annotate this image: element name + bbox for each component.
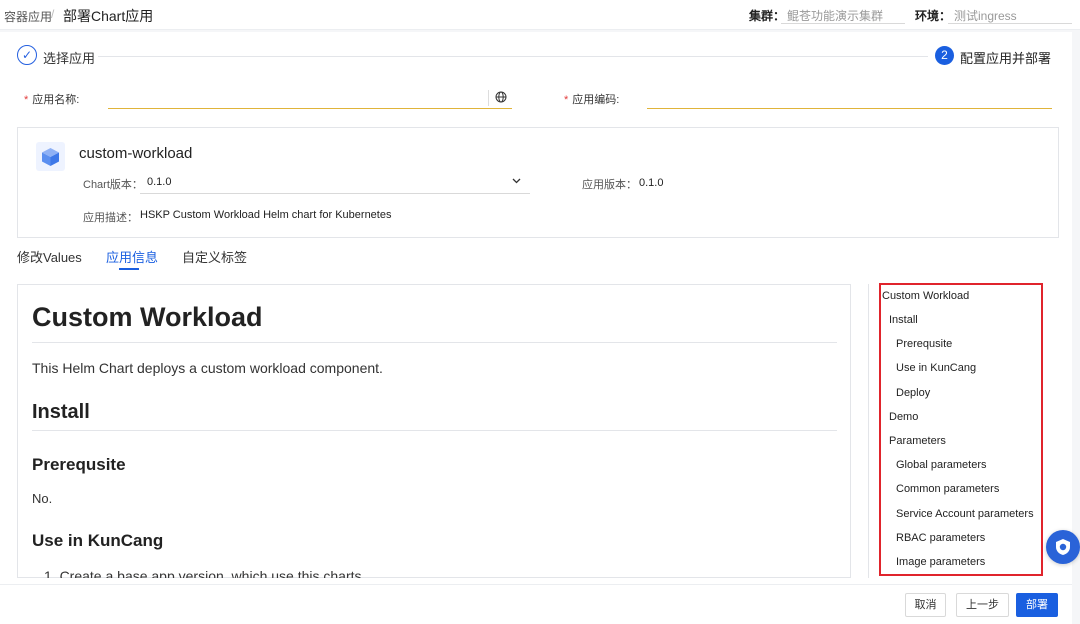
toc-item-global-parameters[interactable]: Global parameters <box>896 459 987 471</box>
app-name-label: * 应用名称: <box>24 91 79 107</box>
chart-version-select[interactable]: 0.1.0 <box>140 172 530 194</box>
chart-name: custom-workload <box>79 145 193 162</box>
app-version-value: 0.1.0 <box>639 177 664 189</box>
required-mark: * <box>24 94 29 106</box>
active-tab-indicator <box>119 268 139 270</box>
readme-prereq-text: No. <box>32 491 53 506</box>
readme-prereq-heading: Prerequsite <box>32 455 126 474</box>
check-circle-icon: ✓ <box>17 45 37 65</box>
assistant-icon[interactable] <box>1046 530 1080 564</box>
chevron-down-icon[interactable] <box>512 175 521 187</box>
previous-step-button[interactable]: 上一步 <box>956 593 1009 617</box>
step-connector <box>98 56 928 57</box>
toc-item-demo[interactable]: Demo <box>889 411 918 423</box>
cluster-label: 集群： <box>749 9 786 23</box>
step-configure-deploy: 配置应用并部署 <box>960 51 1052 66</box>
tab-app-info[interactable]: 应用信息 <box>106 247 158 266</box>
cluster-select[interactable]: 鲲苍功能演示集群 <box>781 2 905 24</box>
toc-item-custom-workload[interactable]: Custom Workload <box>882 290 969 302</box>
deploy-button[interactable]: 部署 <box>1016 593 1058 617</box>
chart-version-label: Chart版本： <box>83 179 143 191</box>
app-code-input[interactable] <box>647 87 1052 109</box>
cube-icon <box>36 142 65 171</box>
toc-item-parameters[interactable]: Parameters <box>889 435 946 447</box>
cancel-button[interactable]: 取消 <box>905 593 946 617</box>
globe-icon[interactable] <box>488 90 512 106</box>
toc-item-image-parameters[interactable]: Image parameters <box>896 556 985 568</box>
toc-item-rbac-parameters[interactable]: RBAC parameters <box>896 532 985 544</box>
toc-item-service-account-parameters[interactable]: Service Account parameters <box>896 508 1034 520</box>
readme-install-heading: Install <box>32 401 90 423</box>
app-code-label-text: 应用编码: <box>572 94 620 106</box>
footer-divider <box>0 584 1072 585</box>
step2-number-icon: 2 <box>935 46 954 65</box>
tab-custom-labels[interactable]: 自定义标签 <box>182 247 247 266</box>
readme-list-item: 1. Create a base app version, which use … <box>44 568 362 578</box>
toc-item-install[interactable]: Install <box>889 314 918 326</box>
description-label: 应用描述： <box>83 212 138 224</box>
readme-title: Custom Workload <box>32 302 263 332</box>
env-select[interactable]: 测试ingress <box>948 2 1072 24</box>
breadcrumb-root[interactable]: 容器应用 <box>4 8 52 25</box>
breadcrumb-separator: / <box>51 7 55 21</box>
env-label: 环境： <box>915 9 952 23</box>
top-bar: 容器应用 / 部署Chart应用 集群： 鲲苍功能演示集群 环境： 测试ingr… <box>0 0 1080 30</box>
app-name-label-text: 应用名称: <box>32 94 80 106</box>
toc-item-prerequsite[interactable]: Prerequsite <box>896 338 952 350</box>
divider <box>32 430 837 431</box>
app-version-label: 应用版本： <box>582 179 637 191</box>
toc-item-deploy[interactable]: Deploy <box>896 387 930 399</box>
toc-divider <box>868 284 869 578</box>
required-mark: * <box>564 94 569 106</box>
readme-use-heading: Use in KunCang <box>32 531 164 550</box>
app-code-label: * 应用编码: <box>564 91 619 107</box>
readme-clip: 1. Create a base app version, which use … <box>17 560 851 578</box>
readme-intro: This Helm Chart deploys a custom workloa… <box>32 360 383 376</box>
toc-item-common-parameters[interactable]: Common parameters <box>896 483 999 495</box>
tab-values[interactable]: 修改Values <box>17 247 82 266</box>
divider <box>32 342 837 343</box>
description-value: HSKP Custom Workload Helm chart for Kube… <box>140 209 392 221</box>
page-title: 部署Chart应用 <box>63 8 154 24</box>
step-select-app: 选择应用 <box>43 51 96 66</box>
toc-item-use-in-kuncang[interactable]: Use in KunCang <box>896 362 976 374</box>
app-name-input[interactable] <box>108 87 512 109</box>
